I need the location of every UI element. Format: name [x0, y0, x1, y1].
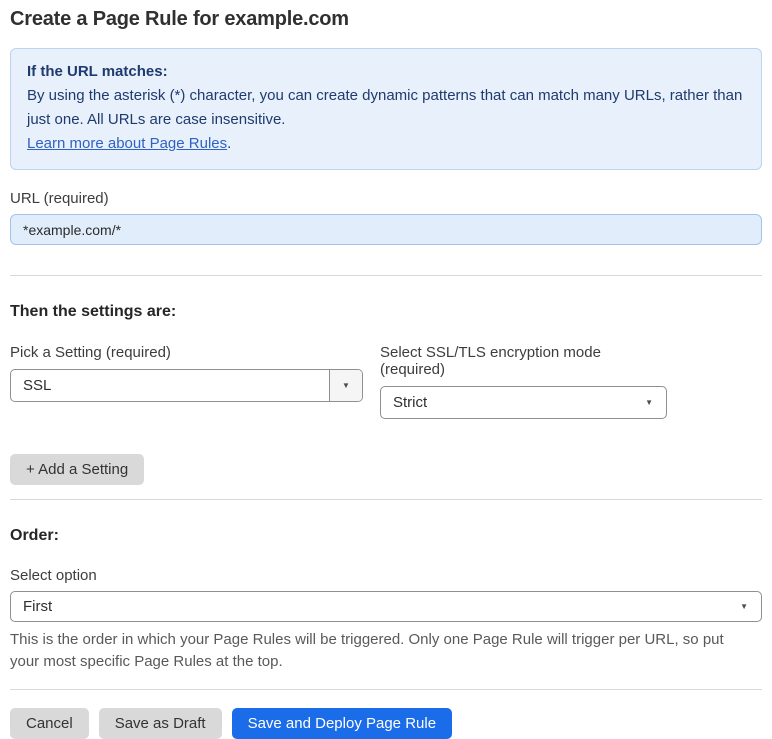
- cancel-button[interactable]: Cancel: [10, 708, 89, 739]
- ssl-mode-dropdown[interactable]: Strict ▼: [380, 386, 667, 419]
- settings-section-heading: Then the settings are:: [10, 303, 177, 320]
- setting-picker-arrow-segment[interactable]: ▼: [329, 370, 362, 401]
- info-box-link-line: Learn more about Page Rules.: [27, 132, 745, 156]
- save-and-deploy-button[interactable]: Save and Deploy Page Rule: [231, 708, 453, 739]
- divider-url-section: [10, 275, 762, 276]
- chevron-down-icon: ▼: [342, 380, 350, 390]
- info-box-body-text: By using the asterisk (*) character, you…: [27, 87, 743, 128]
- order-dropdown[interactable]: First ▼: [10, 591, 762, 622]
- setting-picker-column: Pick a Setting (required) SSL ▼: [10, 344, 363, 419]
- chevron-down-icon: ▼: [740, 601, 748, 611]
- order-helper-text: This is the order in which your Page Rul…: [10, 631, 724, 670]
- info-box-heading: If the URL matches:: [27, 63, 168, 80]
- settings-row: Pick a Setting (required) SSL ▼ Select S…: [10, 344, 762, 419]
- ssl-mode-value: Strict: [393, 394, 428, 411]
- ssl-mode-label: Select SSL/TLS encryption mode (required…: [380, 344, 601, 378]
- add-setting-button[interactable]: + Add a Setting: [10, 454, 145, 485]
- link-suffix: .: [227, 135, 232, 152]
- footer-actions: Cancel Save as Draft Save and Deploy Pag…: [10, 708, 762, 739]
- divider-footer: [10, 689, 762, 690]
- page-title: Create a Page Rule for example.com: [10, 8, 349, 30]
- page-rule-form: Create a Page Rule for example.com If th…: [0, 0, 772, 739]
- setting-picker-label: Pick a Setting (required): [10, 344, 171, 361]
- chevron-down-icon: ▼: [645, 397, 653, 407]
- save-as-draft-button[interactable]: Save as Draft: [98, 708, 222, 739]
- divider-settings-section: [10, 499, 762, 500]
- info-box-body: By using the asterisk (*) character, you…: [27, 84, 745, 132]
- order-section-heading: Order:: [10, 527, 59, 544]
- setting-picker-value: SSL: [23, 377, 52, 394]
- url-input[interactable]: [10, 214, 762, 245]
- learn-more-link[interactable]: Learn more about Page Rules: [27, 135, 227, 152]
- url-match-info-box: If the URL matches: By using the asteris…: [10, 48, 762, 170]
- order-select-label: Select option: [10, 567, 97, 584]
- url-field-label: URL (required): [10, 190, 109, 207]
- ssl-mode-column: Select SSL/TLS encryption mode (required…: [380, 344, 667, 419]
- order-value: First: [23, 598, 53, 615]
- setting-picker-dropdown[interactable]: SSL ▼: [10, 369, 363, 402]
